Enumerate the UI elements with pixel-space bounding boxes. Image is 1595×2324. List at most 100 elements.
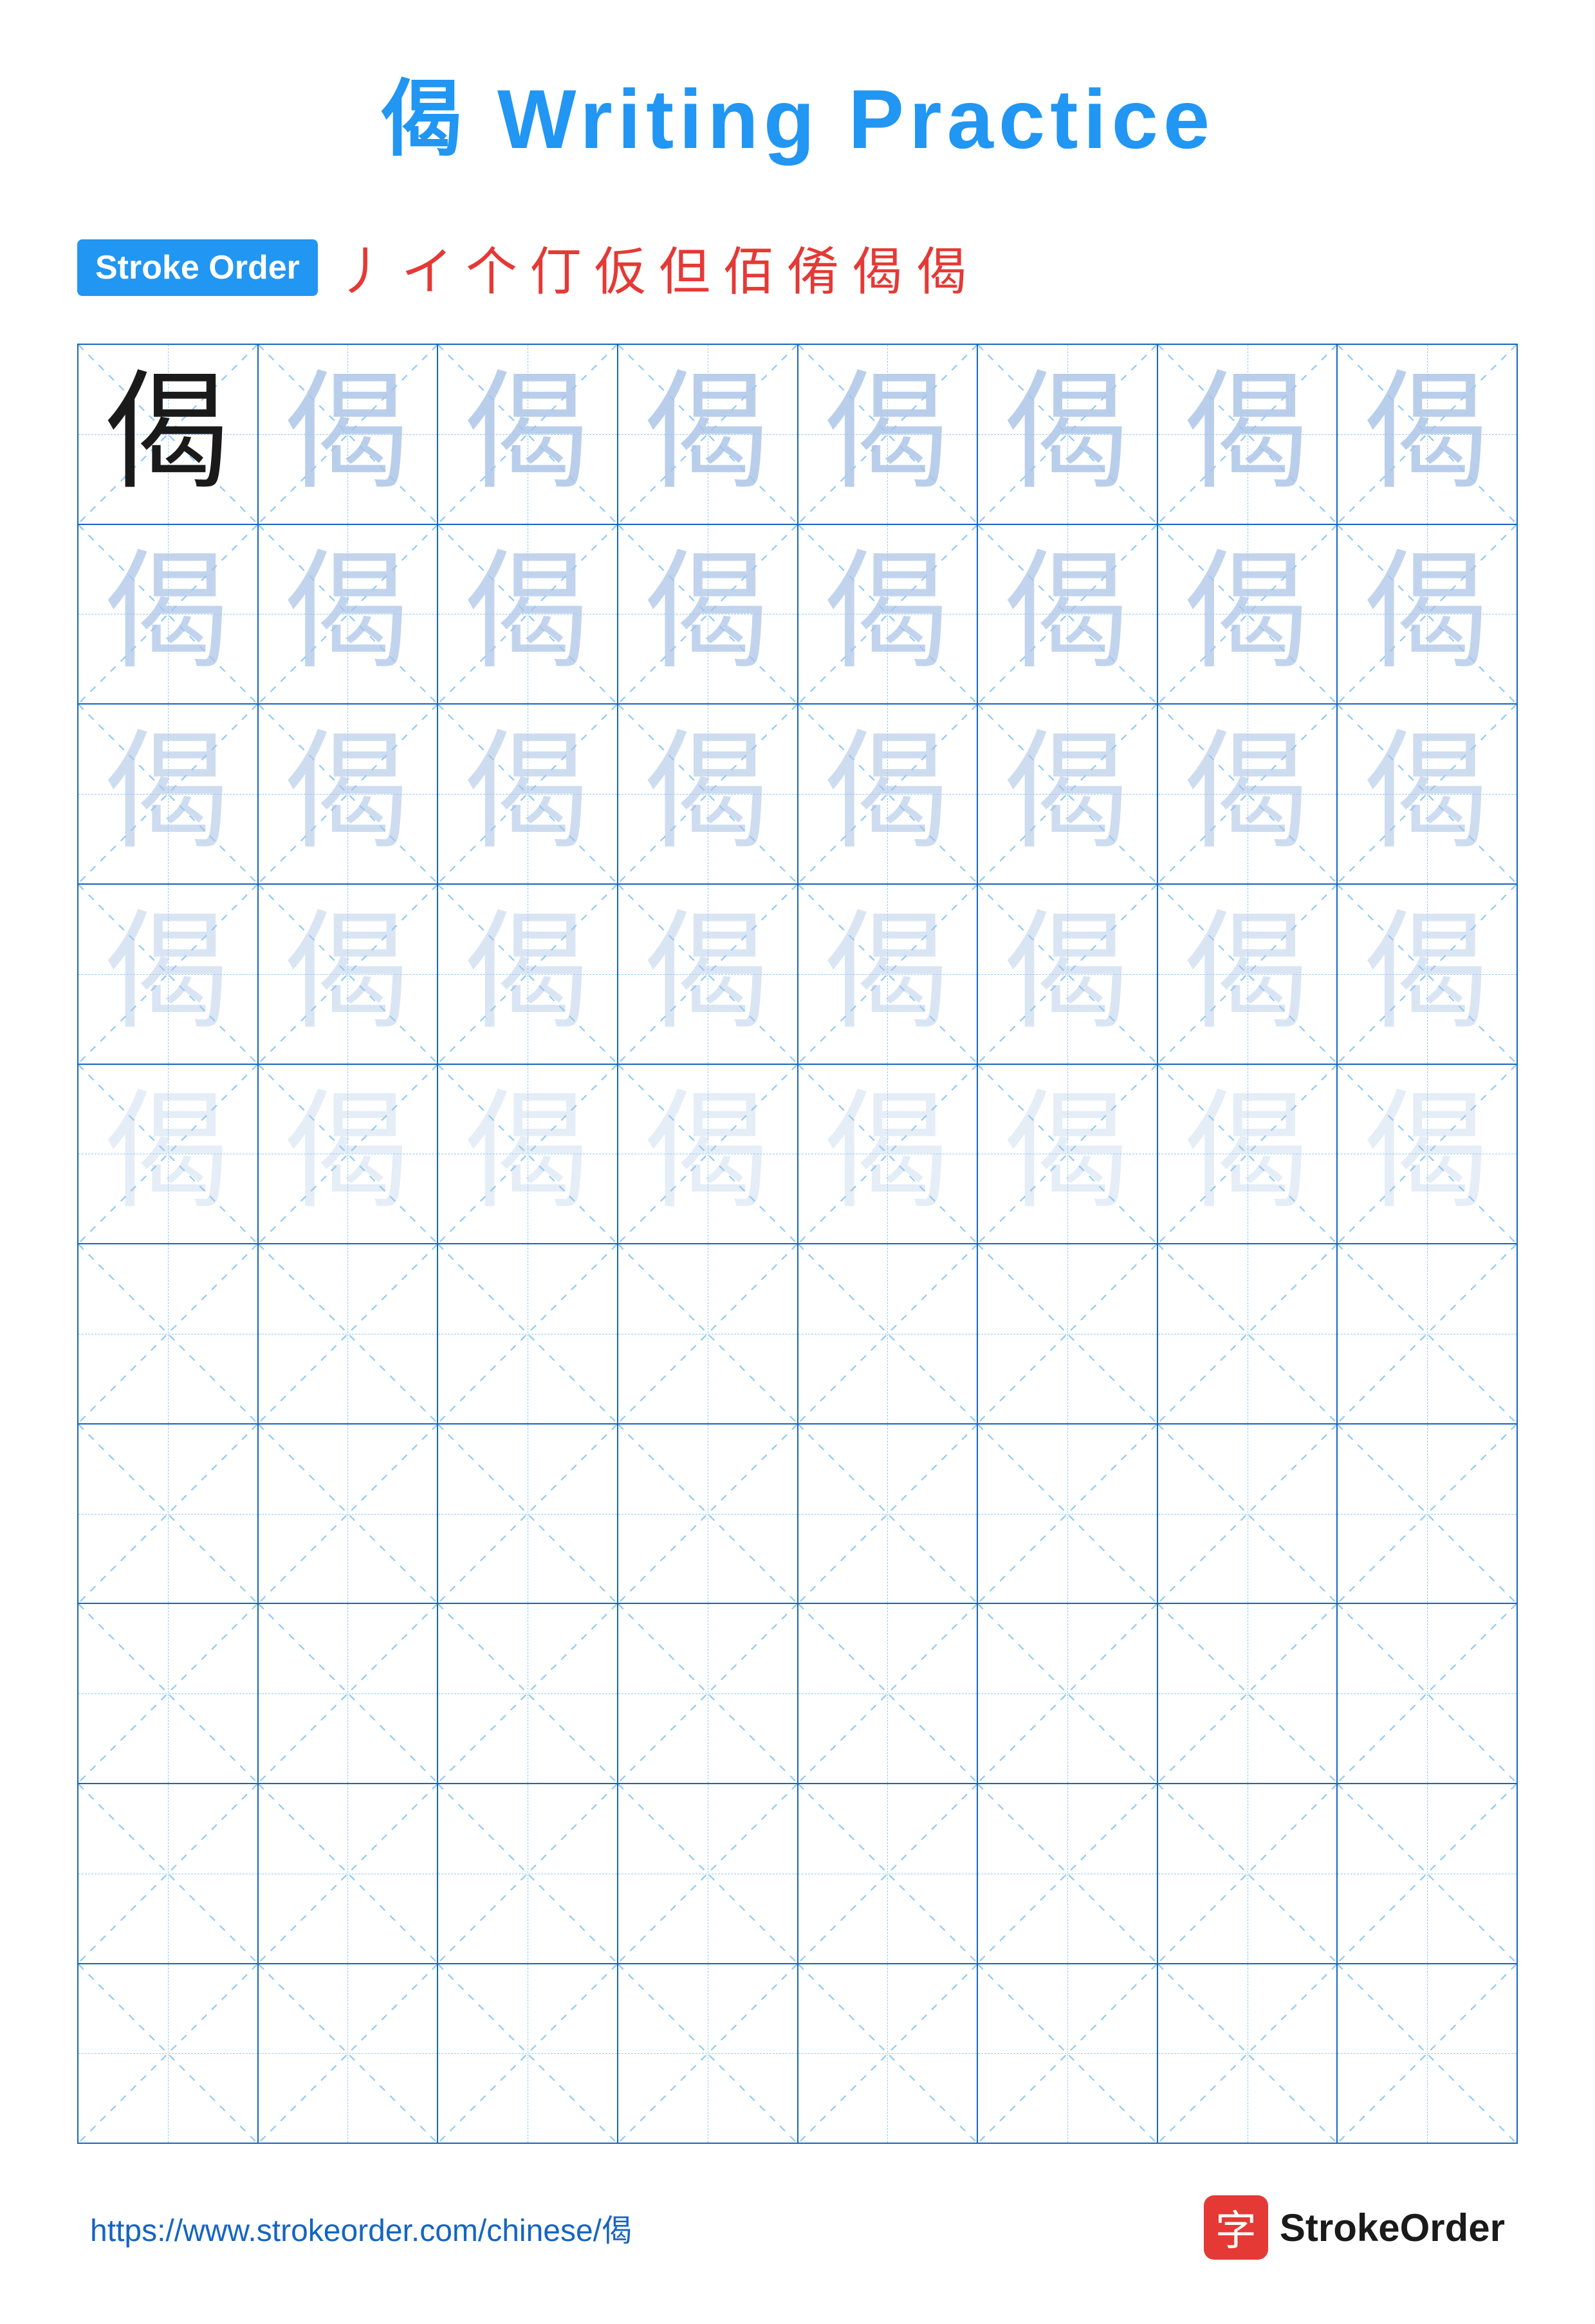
table-cell[interactable] [258, 1784, 438, 1964]
table-cell[interactable]: 偈 [78, 344, 258, 524]
grid-row-3: 偈 偈 偈 偈 [78, 704, 1517, 884]
table-cell[interactable]: 偈 [1157, 884, 1338, 1064]
table-cell[interactable]: 偈 [1337, 884, 1517, 1064]
table-cell[interactable]: 偈 [1157, 1064, 1338, 1244]
table-cell[interactable] [1337, 1964, 1517, 2144]
footer-url-link[interactable]: https://www.strokeorder.com/chinese/偈 [90, 2205, 632, 2250]
table-cell[interactable] [1157, 1784, 1338, 1964]
table-cell[interactable] [977, 1603, 1157, 1784]
table-cell[interactable] [438, 1784, 618, 1964]
table-cell[interactable]: 偈 [798, 704, 978, 884]
table-cell[interactable] [977, 1424, 1157, 1604]
table-cell[interactable]: 偈 [798, 884, 978, 1064]
table-cell[interactable] [78, 1244, 258, 1424]
stroke-1: 丿 [337, 230, 389, 305]
table-cell[interactable]: 偈 [78, 704, 258, 884]
table-cell[interactable] [438, 1244, 618, 1424]
table-cell[interactable] [1157, 1603, 1338, 1784]
table-cell[interactable] [798, 1784, 978, 1964]
table-cell[interactable] [618, 1784, 798, 1964]
table-cell[interactable]: 偈 [438, 344, 618, 524]
table-cell[interactable]: 偈 [438, 1064, 618, 1244]
table-cell[interactable] [618, 1964, 798, 2144]
table-cell[interactable] [258, 1603, 438, 1784]
table-cell[interactable]: 偈 [618, 1064, 798, 1244]
table-cell[interactable] [1337, 1244, 1517, 1424]
table-cell[interactable]: 偈 [78, 884, 258, 1064]
grid-row-2: 偈 偈 偈 偈 [78, 524, 1517, 705]
footer: https://www.strokeorder.com/chinese/偈 字 … [77, 2195, 1518, 2260]
table-cell[interactable]: 偈 [977, 524, 1157, 705]
footer-logo: 字 StrokeOrder [1204, 2195, 1505, 2260]
table-cell[interactable]: 偈 [438, 704, 618, 884]
table-cell[interactable] [1337, 1603, 1517, 1784]
table-cell[interactable]: 偈 [258, 884, 438, 1064]
table-cell[interactable]: 偈 [977, 704, 1157, 884]
grid-row-9 [78, 1784, 1517, 1964]
table-cell[interactable]: 偈 [618, 884, 798, 1064]
table-cell[interactable] [798, 1603, 978, 1784]
table-cell[interactable] [438, 1603, 618, 1784]
table-cell[interactable] [1337, 1784, 1517, 1964]
table-cell[interactable]: 偈 [1157, 524, 1338, 705]
grid-row-6 [78, 1244, 1517, 1424]
table-cell[interactable] [258, 1244, 438, 1424]
table-cell[interactable]: 偈 [258, 344, 438, 524]
table-cell[interactable] [618, 1244, 798, 1424]
table-cell[interactable] [1337, 1424, 1517, 1604]
table-cell[interactable] [798, 1964, 978, 2144]
table-cell[interactable] [1157, 1964, 1338, 2144]
table-cell[interactable]: 偈 [258, 524, 438, 705]
table-cell[interactable] [258, 1424, 438, 1604]
table-cell[interactable]: 偈 [618, 524, 798, 705]
table-cell[interactable] [977, 1244, 1157, 1424]
table-cell[interactable]: 偈 [1337, 1064, 1517, 1244]
table-cell[interactable] [798, 1424, 978, 1604]
footer-logo-icon: 字 [1204, 2195, 1268, 2260]
table-cell[interactable]: 偈 [618, 704, 798, 884]
table-cell[interactable] [78, 1784, 258, 1964]
table-cell[interactable] [977, 1784, 1157, 1964]
table-cell[interactable]: 偈 [258, 704, 438, 884]
stroke-3: 个 [466, 230, 517, 305]
stroke-5: 仮 [595, 230, 646, 305]
table-cell[interactable] [977, 1964, 1157, 2144]
grid-row-8 [78, 1603, 1517, 1784]
table-cell[interactable]: 偈 [258, 1064, 438, 1244]
table-cell[interactable]: 偈 [438, 524, 618, 705]
table-cell[interactable]: 偈 [78, 524, 258, 705]
practice-grid[interactable]: 偈 偈 偈 偈 [77, 344, 1518, 2144]
footer-logo-text: StrokeOrder [1280, 2206, 1505, 2250]
table-cell[interactable]: 偈 [1337, 344, 1517, 524]
table-cell[interactable] [78, 1424, 258, 1604]
table-cell[interactable]: 偈 [977, 344, 1157, 524]
table-cell[interactable]: 偈 [977, 1064, 1157, 1244]
table-cell[interactable]: 偈 [438, 884, 618, 1064]
table-cell[interactable]: 偈 [1337, 524, 1517, 705]
table-cell[interactable]: 偈 [977, 884, 1157, 1064]
table-cell[interactable] [618, 1603, 798, 1784]
table-cell[interactable]: 偈 [798, 1064, 978, 1244]
table-cell[interactable]: 偈 [798, 524, 978, 705]
table-cell[interactable] [78, 1964, 258, 2144]
page-title: 偈 Writing Practice [380, 51, 1215, 172]
table-cell[interactable] [258, 1964, 438, 2144]
table-cell[interactable]: 偈 [618, 344, 798, 524]
table-cell[interactable]: 偈 [78, 1064, 258, 1244]
table-cell[interactable]: 偈 [1337, 704, 1517, 884]
table-cell[interactable]: 偈 [1157, 344, 1338, 524]
table-cell[interactable] [618, 1424, 798, 1604]
table-cell[interactable] [1157, 1424, 1338, 1604]
table-cell[interactable] [438, 1964, 618, 2144]
table-cell[interactable] [1157, 1244, 1338, 1424]
table-cell[interactable]: 偈 [1157, 704, 1338, 884]
table-cell[interactable] [438, 1424, 618, 1604]
grid-row-1: 偈 偈 偈 偈 [78, 344, 1517, 524]
table-cell[interactable] [78, 1603, 258, 1784]
table-cell[interactable]: 偈 [798, 344, 978, 524]
stroke-9: 偈 [852, 230, 903, 305]
table-cell[interactable] [798, 1244, 978, 1424]
stroke-4: 仃 [530, 230, 582, 305]
page: 偈 Writing Practice Stroke Order 丿 イ 个 仃 … [0, 0, 1595, 2324]
grid-row-5: 偈 偈 偈 偈 [78, 1064, 1517, 1244]
